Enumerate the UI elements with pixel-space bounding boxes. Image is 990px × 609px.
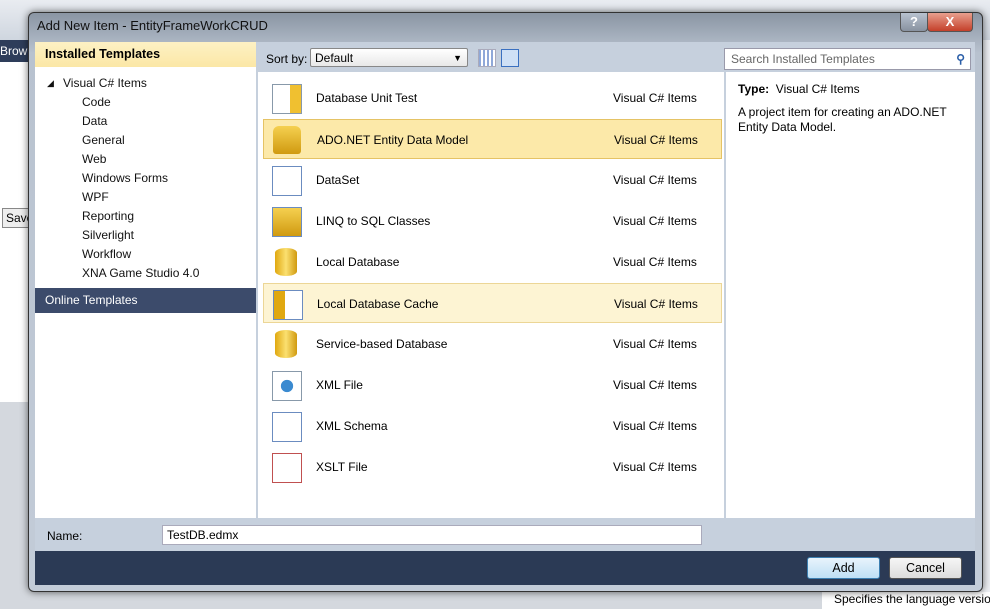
- list-view-button[interactable]: [501, 49, 519, 67]
- dataset-icon: [272, 166, 302, 196]
- xml-schema-icon: [272, 412, 302, 442]
- template-name: DataSet: [316, 173, 360, 187]
- small-icons-view-button[interactable]: [478, 49, 496, 67]
- tree-item-xna[interactable]: XNA Game Studio 4.0: [82, 266, 199, 280]
- details-pane: Type: Visual C# Items A project item for…: [726, 72, 975, 518]
- installed-templates-header[interactable]: Installed Templates: [35, 42, 256, 67]
- tree-item-workflow[interactable]: Workflow: [82, 247, 131, 261]
- template-type: Visual C# Items: [613, 214, 697, 228]
- template-item[interactable]: LINQ to SQL Classes Visual C# Items: [263, 201, 722, 241]
- entity-model-icon: [273, 126, 301, 154]
- template-type: Visual C# Items: [613, 255, 697, 269]
- template-type: Visual C# Items: [613, 91, 697, 105]
- template-item[interactable]: DataSet Visual C# Items: [263, 160, 722, 200]
- template-tree-pane: Installed Templates ◢ Visual C# Items Co…: [35, 42, 256, 518]
- name-input[interactable]: TestDB.edmx: [162, 525, 702, 545]
- tree-item-visual-csharp[interactable]: Visual C# Items: [63, 76, 147, 90]
- tree-item-data[interactable]: Data: [82, 114, 107, 128]
- tree-item-web[interactable]: Web: [82, 152, 106, 166]
- tree-item-windows-forms[interactable]: Windows Forms: [82, 171, 168, 185]
- name-bar: Name: TestDB.edmx: [35, 518, 975, 551]
- template-item[interactable]: XML Schema Visual C# Items: [263, 406, 722, 446]
- xslt-file-icon: [272, 453, 302, 483]
- list-toolbar: Sort by: Default ▼: [258, 42, 724, 72]
- template-name: XML File: [316, 378, 363, 392]
- template-name: ADO.NET Entity Data Model: [317, 133, 469, 147]
- template-name: Local Database Cache: [317, 297, 439, 311]
- type-value: Visual C# Items: [775, 82, 860, 96]
- template-type: Visual C# Items: [613, 337, 697, 351]
- chevron-down-icon: ▼: [453, 53, 462, 63]
- tree-item-general[interactable]: General: [82, 133, 125, 147]
- template-item[interactable]: Database Unit Test Visual C# Items: [263, 78, 722, 118]
- tree-item-reporting[interactable]: Reporting: [82, 209, 134, 223]
- template-name: XML Schema: [316, 419, 388, 433]
- template-item[interactable]: XML File Visual C# Items: [263, 365, 722, 405]
- database-unit-test-icon: [272, 84, 302, 114]
- template-type: Visual C# Items: [613, 419, 697, 433]
- database-cache-icon: [273, 290, 303, 320]
- template-item[interactable]: XSLT File Visual C# Items: [263, 447, 722, 487]
- search-templates-input[interactable]: Search Installed Templates ⚲: [724, 48, 971, 70]
- tree-item-wpf[interactable]: WPF: [82, 190, 109, 204]
- template-name: Local Database: [316, 255, 400, 269]
- background-browse-tab: Brow: [0, 40, 30, 62]
- name-label: Name:: [47, 529, 83, 543]
- database-icon: [275, 330, 297, 358]
- template-name: XSLT File: [316, 460, 368, 474]
- template-item[interactable]: Local Database Visual C# Items: [263, 242, 722, 282]
- linq-icon: [272, 207, 302, 237]
- type-label: Type:: [738, 82, 770, 96]
- template-description: A project item for creating an ADO.NET E…: [738, 105, 947, 134]
- online-templates[interactable]: Online Templates: [35, 288, 256, 313]
- background-description: Specifies the language versio: [822, 592, 990, 609]
- template-name: Service-based Database: [316, 337, 448, 351]
- template-type: Visual C# Items: [613, 460, 697, 474]
- collapse-triangle-icon[interactable]: ◢: [47, 78, 54, 89]
- cancel-button[interactable]: Cancel: [889, 557, 962, 579]
- search-placeholder: Search Installed Templates: [731, 52, 875, 66]
- sort-by-label: Sort by:: [266, 52, 308, 66]
- add-button[interactable]: Add: [807, 557, 880, 579]
- search-icon[interactable]: ⚲: [956, 49, 965, 69]
- button-bar: Add Cancel: [35, 551, 975, 585]
- add-new-item-dialog: Add New Item - EntityFrameWorkCRUD ? X I…: [28, 12, 983, 592]
- help-button[interactable]: ?: [900, 13, 928, 32]
- template-type: Visual C# Items: [613, 173, 697, 187]
- template-type: Visual C# Items: [614, 133, 698, 147]
- tree-item-silverlight[interactable]: Silverlight: [82, 228, 134, 242]
- xml-file-icon: [272, 371, 302, 401]
- dialog-title: Add New Item - EntityFrameWorkCRUD: [37, 18, 268, 33]
- close-button[interactable]: X: [927, 13, 973, 32]
- template-item[interactable]: Local Database Cache Visual C# Items: [263, 283, 722, 323]
- sort-value: Default: [315, 51, 354, 65]
- template-list: Database Unit Test Visual C# Items ADO.NE…: [258, 72, 724, 518]
- template-name: Database Unit Test: [316, 91, 418, 105]
- database-icon: [275, 248, 297, 276]
- template-type: Visual C# Items: [614, 297, 698, 311]
- tree-item-code[interactable]: Code: [82, 95, 111, 109]
- template-item-selected[interactable]: ADO.NET Entity Data Model Visual C# Items: [263, 119, 722, 159]
- template-name: LINQ to SQL Classes: [316, 214, 431, 228]
- background-panel: [0, 62, 31, 402]
- template-type: Visual C# Items: [613, 378, 697, 392]
- sort-by-dropdown[interactable]: Default ▼: [310, 48, 468, 67]
- template-item[interactable]: Service-based Database Visual C# Items: [263, 324, 722, 364]
